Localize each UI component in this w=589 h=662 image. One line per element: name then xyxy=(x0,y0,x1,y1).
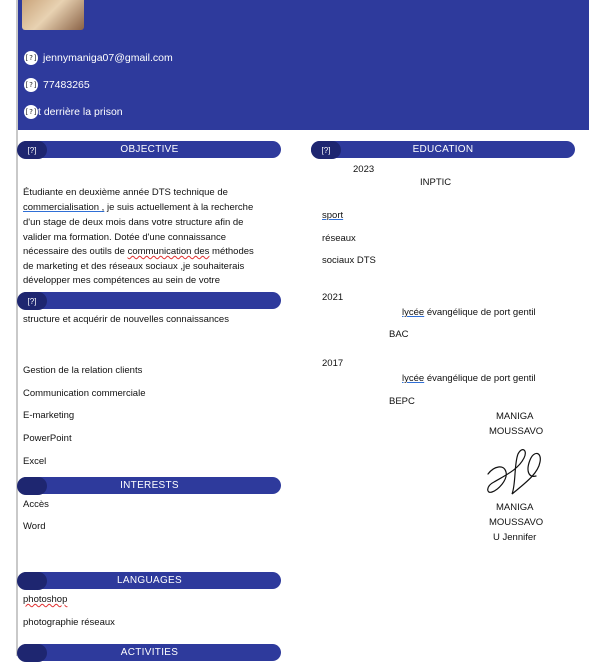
interests-icon xyxy=(17,477,47,495)
education-school-lycee: lycée xyxy=(402,373,425,384)
interest-item: Accès xyxy=(23,499,49,510)
language-item: photoshop xyxy=(23,592,67,607)
objective-line: de marketing et des réseaux sociaux ,je … xyxy=(23,261,245,272)
activities-header: ACTIVITIES xyxy=(18,644,281,661)
objective-header: OBJECTIVE xyxy=(18,141,281,158)
objective-line: commercialisation , je suis actuellement… xyxy=(23,200,253,215)
objective-line: développer mes compétences au sein de vo… xyxy=(23,275,220,286)
education-diploma: BAC xyxy=(389,329,409,340)
address-icon: [?] xyxy=(24,105,38,119)
signature-name: MANIGA xyxy=(496,411,534,422)
activities-title: ACTIVITIES xyxy=(120,647,179,658)
objective-text: méthodes xyxy=(209,246,254,257)
objective-text: je suis actuellement à la recherche xyxy=(104,202,254,213)
education-detail: réseaux xyxy=(322,233,356,244)
signature-name: MOUSSAVO xyxy=(489,517,544,528)
avatar xyxy=(22,0,84,30)
contact-address: [?] t derrière la prison xyxy=(24,104,123,120)
objective-title: OBJECTIVE xyxy=(120,144,179,155)
language-photoshop: photoshop xyxy=(23,594,68,605)
education-detail-sport: sport xyxy=(322,210,344,221)
education-year: 2021 xyxy=(322,292,344,303)
objective-line: nécessaire des outils de communication d… xyxy=(23,244,254,259)
education-school-rest: évangélique de port gentil xyxy=(424,307,536,318)
education-school: lycée évangélique de port gentil xyxy=(402,305,536,320)
language-item: photographie réseaux xyxy=(23,617,115,628)
phone-icon: [?] xyxy=(24,78,38,92)
education-icon: [?] xyxy=(311,141,341,159)
education-detail: sport xyxy=(322,208,343,223)
objective-line: d'un stage de deux mois dans votre struc… xyxy=(23,217,244,228)
interest-item: Word xyxy=(23,521,46,532)
objective-line: Étudiante en deuxième année DTS techniqu… xyxy=(23,187,228,198)
languages-title: LANGUAGES xyxy=(117,575,182,586)
objective-line: structure et acquérir de nouvelles conna… xyxy=(23,314,229,325)
email-icon: [?] xyxy=(24,51,38,65)
skill-item: Gestion de la relation clients xyxy=(23,365,143,376)
education-school-lycee: lycée xyxy=(402,307,425,318)
signature-name: MANIGA xyxy=(496,502,534,513)
education-school: lycée évangélique de port gentil xyxy=(402,371,536,386)
objective-word-communication: communication des xyxy=(127,246,210,257)
education-school-rest: évangélique de port gentil xyxy=(424,373,536,384)
handwritten-signature xyxy=(487,449,541,495)
interests-header: INTERESTS xyxy=(18,477,281,494)
education-header: EDUCATION xyxy=(311,141,575,158)
languages-icon xyxy=(17,572,47,590)
contact-email: [?] jennymaniga07@gmail.com xyxy=(24,50,173,66)
skill-item: E-marketing xyxy=(23,410,75,421)
address-text: t derrière la prison xyxy=(38,106,123,118)
skill-item: Communication commerciale xyxy=(23,388,146,399)
education-diploma: BEPC xyxy=(389,396,415,407)
email-text: jennymaniga07@gmail.com xyxy=(43,52,173,64)
skills-icon: [?] xyxy=(17,292,47,310)
objective-text: nécessaire des outils de xyxy=(23,246,128,257)
education-school: INPTIC xyxy=(420,177,452,188)
education-title: EDUCATION xyxy=(412,144,474,155)
education-year: 2023 xyxy=(353,164,375,175)
signature-name: MOUSSAVO xyxy=(489,426,544,437)
objective-icon: [?] xyxy=(17,141,47,159)
education-year: 2017 xyxy=(322,358,344,369)
signature-name: U Jennifer xyxy=(493,532,537,543)
education-detail: sociaux DTS xyxy=(322,255,376,266)
activities-icon xyxy=(17,644,47,662)
skills-header xyxy=(18,292,281,309)
languages-header: LANGUAGES xyxy=(18,572,281,589)
skill-item: Excel xyxy=(23,456,47,467)
interests-title: INTERESTS xyxy=(120,480,179,491)
phone-text: 77483265 xyxy=(43,79,90,91)
objective-word-commercialisation: commercialisation , xyxy=(23,202,105,213)
objective-line: valider ma formation. Dotée d'une connai… xyxy=(23,232,227,243)
contact-phone: [?] 77483265 xyxy=(24,77,90,93)
skill-item: PowerPoint xyxy=(23,433,72,444)
